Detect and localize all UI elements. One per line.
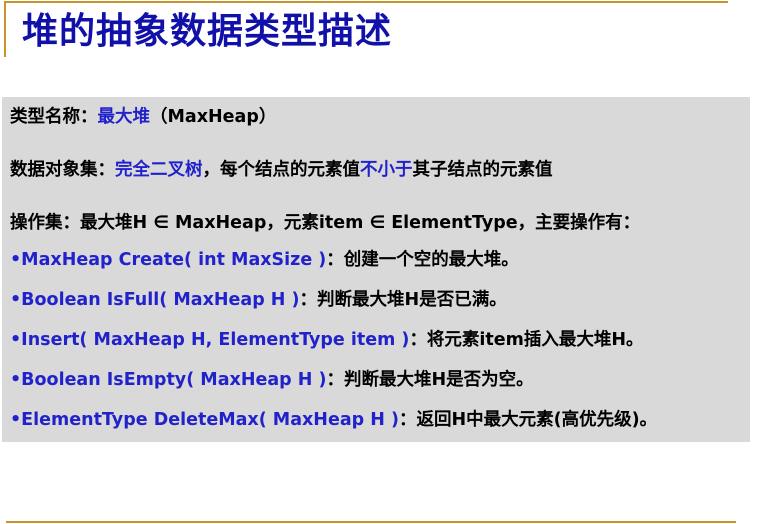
type-name-value: 最大堆 — [97, 107, 151, 127]
operation-signature: •Boolean IsFull( MaxHeap H ) — [10, 290, 300, 310]
header-top-rule — [4, 1, 728, 3]
data-set-label: 数据对象集： — [10, 160, 115, 180]
operation-description: ：创建一个空的最大堆。 — [326, 250, 519, 270]
operation-item: •Boolean IsFull( MaxHeap H )：判断最大堆H是否已满。 — [10, 288, 507, 312]
slide-title: 堆的抽象数据类型描述 — [22, 11, 393, 52]
operation-item: •Insert( MaxHeap H, ElementType item )：将… — [10, 328, 644, 352]
operation-signature: •Boolean IsEmpty( MaxHeap H ) — [10, 370, 327, 390]
operation-signature: •Insert( MaxHeap H, ElementType item ) — [10, 330, 410, 350]
header-left-rule — [4, 1, 6, 57]
slide-header: 堆的抽象数据类型描述 — [0, 0, 759, 62]
data-set-tail: 其子结点的元素值 — [412, 160, 553, 180]
operation-description: ：将元素item插入最大堆H。 — [409, 330, 644, 350]
data-set-value2: 不小于 — [360, 160, 413, 180]
data-set-line: 数据对象集：完全二叉树，每个结点的元素值不小于其子结点的元素值 — [10, 158, 553, 182]
operation-description: ：判断最大堆H是否为空。 — [326, 370, 534, 390]
footer-rule — [6, 521, 736, 523]
data-set-value1: 完全二叉树 — [115, 160, 203, 180]
operation-signature: •MaxHeap Create( int MaxSize ) — [10, 250, 327, 270]
content-panel: 类型名称：最大堆（MaxHeap） 数据对象集：完全二叉树，每个结点的元素值不小… — [2, 97, 750, 442]
operation-set-line: 操作集：最大堆H ∈ MaxHeap，元素item ∈ ElementType，… — [10, 213, 641, 233]
operation-item: •Boolean IsEmpty( MaxHeap H )：判断最大堆H是否为空… — [10, 368, 534, 392]
operation-item: •MaxHeap Create( int MaxSize )：创建一个空的最大堆… — [10, 248, 519, 272]
type-name-line: 类型名称：最大堆（MaxHeap） — [10, 105, 276, 129]
type-name-suffix: （MaxHeap） — [150, 107, 277, 127]
operation-signature: •ElementType DeleteMax( MaxHeap H ) — [10, 410, 399, 430]
data-set-mid: ，每个结点的元素值 — [202, 160, 361, 180]
operation-item: •ElementType DeleteMax( MaxHeap H )：返回H中… — [10, 408, 657, 432]
operation-description: ：判断最大堆H是否已满。 — [299, 290, 507, 310]
type-name-label: 类型名称： — [10, 107, 98, 127]
operation-description: ：返回H中最大元素(高优先级)。 — [398, 410, 658, 430]
